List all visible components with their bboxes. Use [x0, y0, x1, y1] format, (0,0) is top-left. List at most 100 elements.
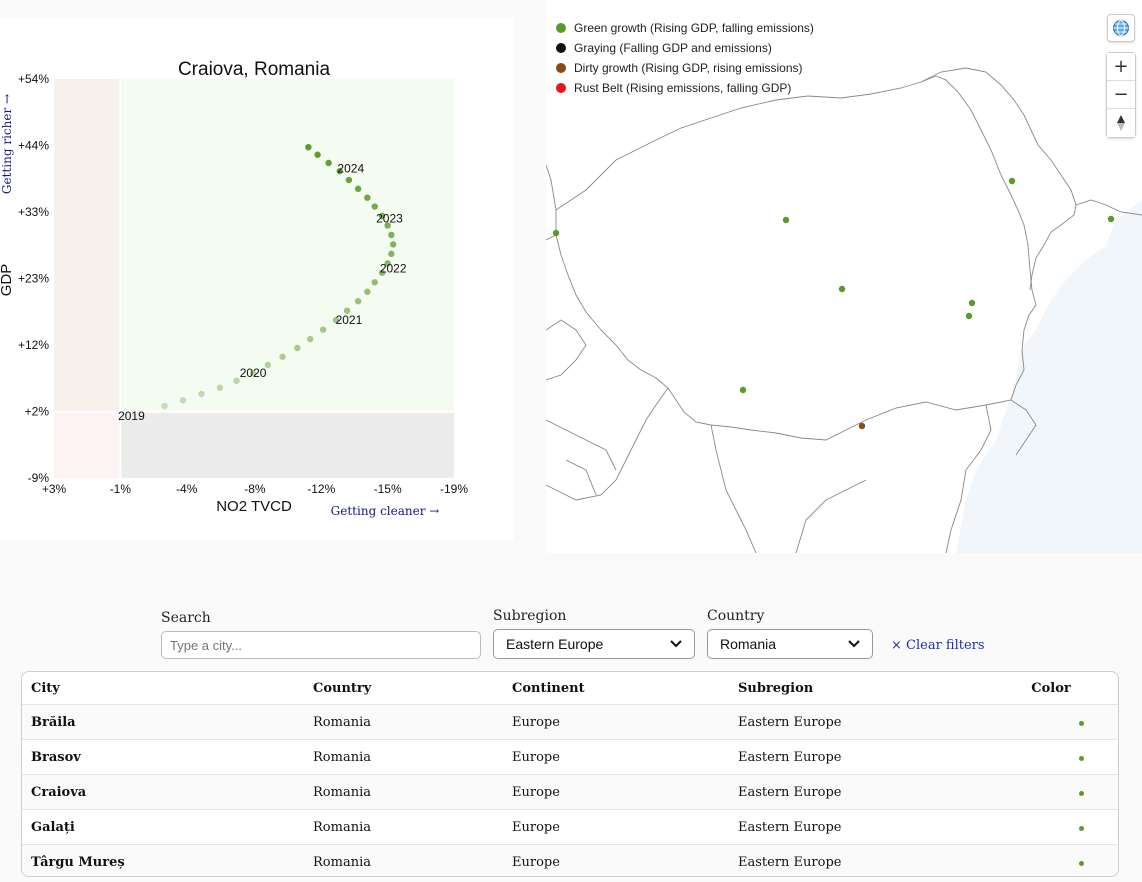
legend-dot — [556, 63, 566, 73]
x-tick-label: -1% — [110, 482, 132, 496]
table-row[interactable]: Craiova Romania Europe Eastern Europe — [22, 774, 1118, 810]
city-marker[interactable] — [968, 299, 976, 307]
country-label: Country — [707, 608, 765, 624]
globe-button[interactable] — [1107, 14, 1135, 42]
year-label: 2024 — [337, 162, 364, 176]
trajectory-point — [364, 194, 371, 201]
trajectory-point — [371, 203, 378, 210]
subregion-label: Subregion — [493, 608, 567, 624]
column-header-city[interactable]: City — [22, 672, 304, 705]
legend-label: Graying (Falling GDP and emissions) — [574, 41, 772, 55]
legend-dot — [556, 43, 566, 53]
cell-color — [975, 809, 1118, 845]
year-label: 2019 — [118, 409, 145, 423]
zoom-in-button[interactable]: + — [1107, 53, 1135, 81]
cell-subregion: Eastern Europe — [729, 739, 975, 775]
trajectory-point — [354, 185, 362, 193]
map-panel[interactable]: Green growth (Rising GDP, falling emissi… — [546, 0, 1142, 553]
cell-country: Romania — [304, 774, 503, 810]
search-label: Search — [161, 610, 211, 626]
city-marker[interactable] — [858, 422, 866, 430]
city-marker[interactable] — [782, 216, 790, 224]
y-tick-label: +33% — [18, 205, 49, 219]
trajectory-point — [388, 250, 395, 258]
sea-area — [956, 200, 1142, 553]
trajectory-chart: Craiova, Romania +54% +44% +33% +23% +12% +2% -… — [0, 59, 468, 518]
quadrant-background — [120, 79, 455, 412]
quadrant-background — [54, 79, 121, 412]
search-input[interactable] — [161, 631, 481, 659]
cell-country: Romania — [304, 739, 503, 775]
x-axis-label: NO2 TVCD — [216, 498, 292, 515]
chevron-down-icon — [670, 640, 682, 648]
subregion-value: Eastern Europe — [506, 636, 604, 652]
table-row[interactable]: Brăila Romania Europe Eastern Europe — [22, 704, 1118, 740]
country-select[interactable]: Romania — [707, 629, 873, 659]
legend-item-graying: Graying (Falling GDP and emissions) — [556, 38, 814, 58]
city-marker[interactable] — [1008, 177, 1016, 185]
x-tick-label: -15% — [374, 482, 402, 496]
legend-dot — [556, 23, 566, 33]
city-marker[interactable] — [965, 312, 973, 320]
map-legend: Green growth (Rising GDP, falling emissi… — [556, 18, 814, 98]
trajectory-point — [161, 402, 168, 410]
column-header-color[interactable]: Color — [975, 672, 1118, 705]
y-tick-label: +44% — [18, 138, 49, 152]
cell-subregion: Eastern Europe — [729, 774, 975, 810]
table-row[interactable]: Târgu Mureș Romania Europe Eastern Europ… — [22, 844, 1118, 876]
cell-city: Târgu Mureș — [22, 844, 304, 876]
city-marker[interactable] — [1107, 215, 1115, 223]
legend-label: Rust Belt (Rising emissions, falling GDP… — [574, 81, 792, 95]
cell-continent: Europe — [503, 739, 729, 775]
trajectory-point — [216, 384, 224, 391]
clear-filters-link[interactable]: × Clear filters — [891, 638, 985, 653]
legend-item-rust-belt: Rust Belt (Rising emissions, falling GDP… — [556, 78, 814, 98]
trajectory-point — [294, 344, 301, 352]
x-tick-label: -12% — [307, 482, 335, 496]
trajectory-point — [371, 279, 378, 286]
cell-city: Galați — [22, 809, 304, 845]
column-header-continent[interactable]: Continent — [503, 672, 729, 705]
trajectory-point — [354, 298, 362, 305]
year-label: 2020 — [240, 366, 267, 380]
table-row[interactable]: Brasov Romania Europe Eastern Europe — [22, 739, 1118, 775]
column-header-country[interactable]: Country — [304, 672, 503, 705]
color-dot — [1078, 790, 1084, 796]
cell-continent: Europe — [503, 809, 729, 845]
cell-color — [975, 739, 1118, 775]
trajectory-point — [325, 159, 332, 167]
y-axis-label: GDP — [0, 264, 15, 297]
quadrant-background — [54, 411, 121, 478]
y-tick-label: +54% — [18, 72, 49, 86]
trajectory-point — [307, 335, 314, 343]
subregion-select[interactable]: Eastern Europe — [493, 629, 695, 659]
city-marker[interactable] — [838, 285, 846, 293]
zoom-out-button[interactable]: − — [1107, 81, 1135, 109]
table-row[interactable]: Galați Romania Europe Eastern Europe — [22, 809, 1118, 845]
column-header-subregion[interactable]: Subregion — [729, 672, 975, 705]
compass-button[interactable] — [1107, 109, 1135, 137]
cell-continent: Europe — [503, 844, 729, 876]
year-label: 2021 — [336, 313, 363, 327]
cell-color — [975, 844, 1118, 876]
cell-subregion: Eastern Europe — [729, 844, 975, 876]
quadrant-background — [120, 411, 455, 478]
color-dot — [1078, 825, 1084, 831]
x-tick-label: -4% — [176, 482, 198, 496]
city-marker[interactable] — [552, 229, 560, 237]
cell-country: Romania — [304, 844, 503, 876]
chart-panel: Craiova, Romania +54% +44% +33% +23% +12% +2% -… — [0, 18, 514, 540]
city-marker[interactable] — [739, 386, 747, 394]
cell-color — [975, 704, 1118, 740]
legend-item-green-growth: Green growth (Rising GDP, falling emissi… — [556, 18, 814, 38]
trajectory-point — [364, 288, 371, 295]
x-tick-label: -8% — [244, 482, 266, 496]
chart-title: Craiova, Romania — [178, 59, 330, 80]
trajectory-point — [179, 397, 187, 404]
trajectory-point — [319, 326, 327, 333]
map-controls: + − — [1106, 14, 1136, 138]
trajectory-point — [198, 390, 205, 398]
country-value: Romania — [720, 636, 777, 652]
trajectory-point — [279, 353, 286, 360]
cell-country: Romania — [304, 809, 503, 845]
